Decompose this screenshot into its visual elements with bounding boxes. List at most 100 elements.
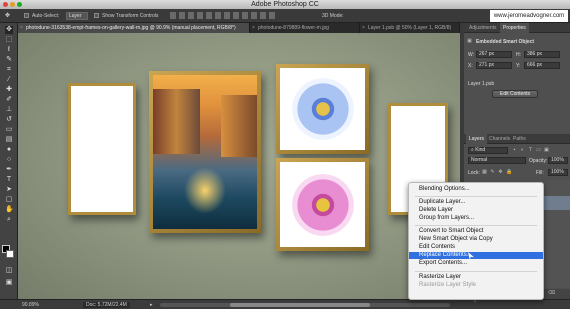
align-left-icon[interactable] (197, 12, 203, 19)
width-field[interactable]: 267 px (476, 51, 512, 58)
path-selection-tool-icon[interactable]: ➤ (5, 186, 13, 194)
tab-adjustments[interactable]: Adjustments (466, 23, 500, 33)
menu-item-convert-smart-object[interactable]: Convert to Smart Object (409, 228, 543, 235)
menu-item-group-from-layers[interactable]: Group from Layers... (409, 215, 543, 222)
tab-properties[interactable]: Properties (500, 23, 529, 33)
blur-tool-icon[interactable]: ● (5, 146, 13, 154)
filter-pixel-icon[interactable]: ▪ (512, 148, 517, 153)
align-bottom-icon[interactable] (188, 12, 194, 19)
height-field[interactable]: 386 px (524, 51, 560, 58)
eraser-tool-icon[interactable]: ▭ (5, 126, 13, 134)
auto-select-label: Auto-Select: (32, 13, 60, 19)
scrollbar-thumb[interactable] (230, 303, 370, 307)
shape-tool-icon[interactable]: ▢ (5, 196, 13, 204)
eyedropper-tool-icon[interactable]: ⁄ (5, 76, 13, 84)
venice-painting-image (153, 75, 257, 229)
filter-type-icon[interactable]: T (528, 148, 533, 153)
menu-item-edit-contents[interactable]: Edit Contents (409, 244, 543, 251)
menu-scroll-down-icon[interactable]: ▼ (473, 299, 477, 304)
zoom-window-button[interactable] (17, 2, 22, 7)
opacity-label: Opacity: (529, 158, 548, 164)
doc-tab-gallery-wall[interactable]: × photodune-3163538-empt-frames-on-galle… (18, 23, 250, 33)
close-tab-icon[interactable]: × (362, 23, 365, 33)
gradient-tool-icon[interactable]: ▤ (5, 136, 13, 144)
distribute-center-icon[interactable] (260, 12, 266, 19)
menu-item-export-contents[interactable]: Export Contents... (409, 260, 543, 267)
menu-item-duplicate-layer[interactable]: Duplicate Layer... (409, 199, 543, 206)
empty-white-frame-left[interactable] (68, 83, 136, 215)
properties-header: Embedded Smart Object (476, 39, 535, 45)
quick-select-tool-icon[interactable]: ✎ (5, 56, 13, 64)
tab-paths[interactable]: Paths (510, 134, 529, 144)
lock-pixels-icon[interactable]: ✎ (490, 170, 495, 175)
tools-panel: ✥ ⬚ ℓ ✎ ⌗ ⁄ ✚ ✐ ⊥ ↺ ▭ ▤ ● ○ ✒ T ➤ ▢ ✋ ⌕ … (0, 23, 18, 299)
type-tool-icon[interactable]: T (5, 176, 13, 184)
quick-mask-icon[interactable]: ◫ (5, 267, 13, 275)
filter-adjustment-icon[interactable]: ◐ (520, 148, 525, 153)
screen-mode-icon[interactable]: ▣ (5, 279, 13, 287)
x-label: X: (468, 63, 473, 69)
x-field[interactable]: 271 px (476, 62, 512, 69)
distribute-top-icon[interactable] (224, 12, 230, 19)
document-canvas[interactable] (18, 33, 460, 299)
show-transform-checkbox[interactable] (94, 13, 99, 18)
dodge-tool-icon[interactable]: ○ (5, 156, 13, 164)
auto-select-checkbox[interactable] (24, 13, 29, 18)
align-right-icon[interactable] (215, 12, 221, 19)
auto-select-dropdown[interactable]: Layer (66, 12, 88, 20)
close-window-button[interactable] (3, 2, 8, 7)
close-tab-icon[interactable]: × (20, 23, 23, 33)
lock-transparency-icon[interactable]: ▦ (482, 170, 487, 175)
distribute-middle-icon[interactable] (233, 12, 239, 19)
menu-item-new-smart-object-copy[interactable]: New Smart Object via Copy (409, 236, 543, 243)
lock-all-icon[interactable]: 🔒 (506, 170, 512, 175)
background-color-swatch[interactable] (6, 250, 14, 258)
align-center-icon[interactable] (206, 12, 212, 19)
layer-filter-dropdown[interactable]: ⌕ Kind (468, 147, 508, 154)
doc-tab-layer1-psb[interactable]: × Layer 1.psb @ 50% (Layer 1, RGB/8) (360, 23, 460, 33)
doc-tab-flower[interactable]: × photodune-879889-flower-m.jpg (250, 23, 360, 33)
document-size: Doc: 5.72M/22.4M (83, 302, 130, 308)
align-top-icon[interactable] (170, 12, 176, 19)
status-menu-arrow-icon[interactable]: ▸ (150, 302, 153, 308)
distribute-bottom-icon[interactable] (242, 12, 248, 19)
history-brush-tool-icon[interactable]: ↺ (5, 116, 13, 124)
menu-item-delete-layer[interactable]: Delete Layer (409, 207, 543, 214)
marquee-tool-icon[interactable]: ⬚ (5, 36, 13, 44)
pen-tool-icon[interactable]: ✒ (5, 166, 13, 174)
blend-mode-dropdown[interactable]: Normal (468, 157, 526, 164)
menu-item-blending-options[interactable]: Blending Options... (409, 186, 543, 193)
lock-position-icon[interactable]: ✥ (498, 170, 503, 175)
trash-icon[interactable]: ⌫ (548, 291, 555, 296)
clone-stamp-tool-icon[interactable]: ⊥ (5, 106, 13, 114)
smart-object-frame-venice[interactable] (149, 71, 261, 233)
minimize-window-button[interactable] (10, 2, 15, 7)
align-middle-icon[interactable] (179, 12, 185, 19)
zoom-level[interactable]: 90.89% (22, 302, 39, 308)
distribute-right-icon[interactable] (269, 12, 275, 19)
zoom-tool-icon[interactable]: ⌕ (5, 216, 13, 224)
opacity-field[interactable]: 100% (548, 157, 568, 164)
flower-frame-bottom[interactable] (276, 158, 369, 251)
filter-smart-object-icon[interactable]: ▣ (544, 148, 549, 153)
doc-tab-label: Layer 1.psb @ 50% (Layer 1, RGB/8) (368, 25, 452, 31)
distribute-left-icon[interactable] (251, 12, 257, 19)
tab-layers[interactable]: Layers (466, 134, 488, 144)
horizontal-scrollbar[interactable] (160, 303, 450, 307)
brush-tool-icon[interactable]: ✐ (5, 96, 13, 104)
menu-item-replace-contents[interactable]: Replace Contents... (409, 252, 543, 259)
crop-tool-icon[interactable]: ⌗ (5, 66, 13, 74)
filter-shape-icon[interactable]: ▭ (536, 148, 541, 153)
close-tab-icon[interactable]: × (252, 23, 255, 33)
edit-contents-button[interactable]: Edit Contents (492, 90, 538, 98)
move-tool-icon[interactable]: ✥ (5, 12, 10, 19)
lasso-tool-icon[interactable]: ℓ (5, 46, 13, 54)
y-field[interactable]: 666 px (524, 62, 560, 69)
healing-tool-icon[interactable]: ✚ (5, 86, 13, 94)
status-bar: 90.89% Doc: 5.72M/22.4M ▸ (0, 299, 570, 309)
fill-field[interactable]: 100% (548, 169, 568, 176)
move-tool-icon[interactable]: ✥ (5, 26, 13, 34)
menu-item-rasterize-layer[interactable]: Rasterize Layer (409, 274, 543, 281)
hand-tool-icon[interactable]: ✋ (5, 206, 14, 214)
flower-frame-top[interactable] (276, 64, 369, 154)
